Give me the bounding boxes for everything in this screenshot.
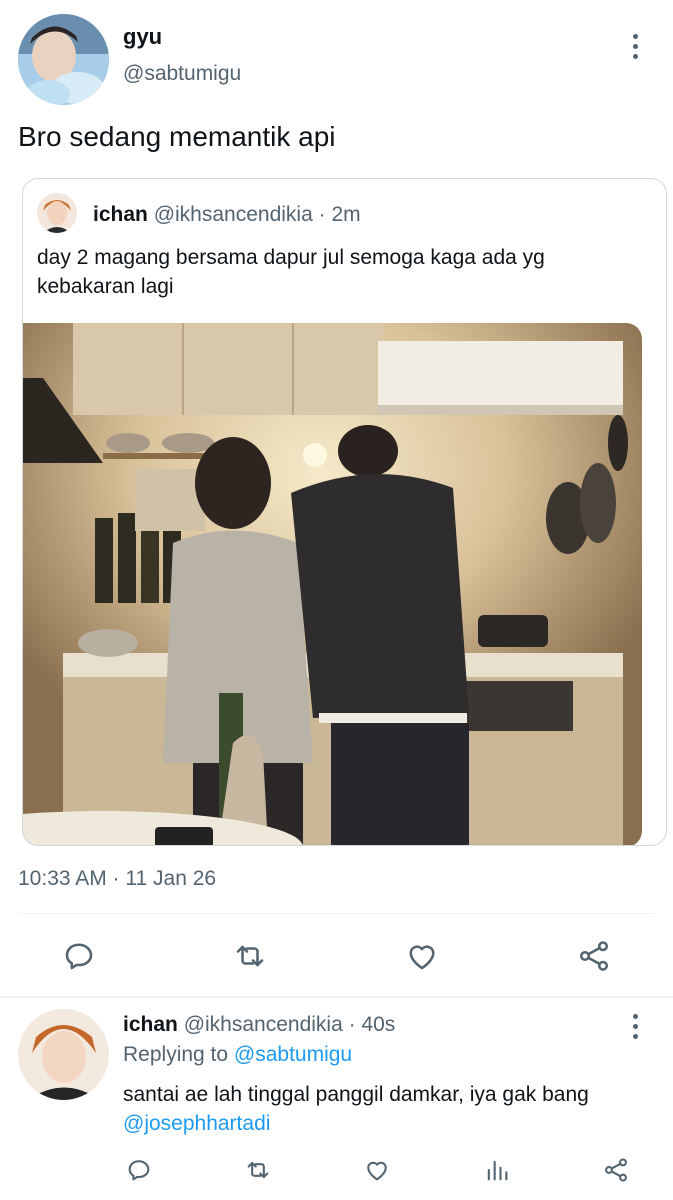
reply-share-icon[interactable] — [602, 1156, 630, 1184]
reply-author-name[interactable]: ichan — [123, 1013, 178, 1036]
section-divider — [0, 996, 673, 998]
like-icon[interactable] — [404, 938, 440, 974]
quoted-tweet-photo[interactable] — [23, 323, 642, 845]
quoted-author-name: ichan — [93, 203, 148, 226]
author-name[interactable]: gyu — [123, 24, 162, 50]
reply-text: santai ae lah tinggal panggil damkar, iy… — [123, 1083, 589, 1106]
reply-more-options-icon[interactable] — [632, 1014, 638, 1039]
reply-author-handle[interactable]: @ikhsancendikia — [184, 1013, 343, 1036]
quoted-tweet-card[interactable]: ichan @ikhsancendikia · 2m day 2 magang … — [22, 178, 667, 846]
reply-mention[interactable]: @josephhartadi — [123, 1112, 270, 1135]
views-icon[interactable] — [483, 1156, 511, 1184]
replying-to-label: Replying to — [123, 1043, 229, 1066]
reply-reply-icon[interactable] — [125, 1156, 153, 1184]
author-avatar[interactable] — [18, 14, 109, 105]
quoted-tweet-text: day 2 magang bersama dapur jul semoga ka… — [37, 246, 545, 298]
quoted-author-avatar — [37, 193, 77, 233]
quoted-author-handle: @ikhsancendikia — [153, 203, 313, 226]
reply-retweet-icon[interactable] — [244, 1156, 272, 1184]
reply-icon[interactable] — [61, 938, 97, 974]
author-handle[interactable]: @sabtumigu — [123, 62, 241, 86]
quoted-time: · 2m — [318, 203, 361, 226]
tweet-timestamp: 10:33 AM · 11 Jan 26 — [18, 867, 217, 890]
more-options-icon[interactable] — [632, 34, 638, 59]
replying-to-handle[interactable]: @sabtumigu — [234, 1043, 352, 1066]
tweet-text: Bro sedang memantik api — [18, 121, 336, 152]
reply-author-avatar[interactable] — [18, 1009, 109, 1100]
divider — [18, 913, 655, 914]
reply-time: · 40s — [348, 1013, 396, 1036]
reply-like-icon[interactable] — [363, 1156, 391, 1184]
share-icon[interactable] — [576, 938, 612, 974]
retweet-icon[interactable] — [232, 938, 268, 974]
